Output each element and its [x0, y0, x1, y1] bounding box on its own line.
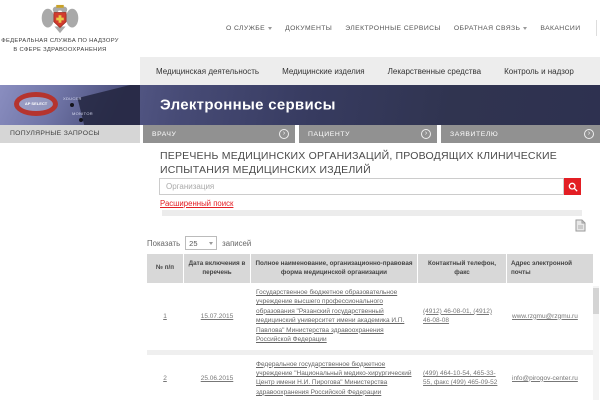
col-header-name: Полное наименование, организационно-прав…: [251, 254, 417, 283]
organizations-table: № п/п Дата включения в перечень Полное н…: [147, 254, 593, 400]
circle-arrow-icon: ›: [584, 129, 594, 139]
roszdravnadzor-page: ФЕДЕРАЛЬНАЯ СЛУЖБА ПО НАДЗОРУ В СФЕРЕ ЗД…: [0, 0, 600, 400]
top-nav: О СЛУЖБЕ ДОКУМЕНТЫ ЭЛЕКТРОННЫЕ СЕРВИСЫ О…: [226, 20, 600, 36]
page-title: ПЕРЕЧЕНЬ МЕДИЦИНСКИХ ОРГАНИЗАЦИЙ, ПРОВОД…: [160, 149, 592, 177]
section-nav: Медицинская деятельность Медицинские изд…: [140, 57, 600, 85]
row-num-link[interactable]: 1: [163, 313, 167, 320]
device-button-dot: [79, 118, 83, 122]
device-label-xducer: XDUCER: [63, 96, 82, 101]
row-email-link[interactable]: info@pirogov-center.ru: [512, 375, 578, 382]
divider-strip: [162, 210, 582, 216]
circle-arrow-icon: ›: [279, 129, 289, 139]
hero-photo-medical-device: AP SELECT XDUCER MONITOR: [0, 85, 140, 125]
top-nav-feedback[interactable]: ОБРАТНАЯ СВЯЗЬ: [454, 25, 528, 32]
device-oval-badge: AP SELECT: [14, 92, 58, 116]
records-label: записей: [222, 239, 251, 248]
chevron-down-icon: [209, 242, 213, 245]
col-header-date: Дата включения в перечень: [184, 254, 250, 283]
row-date-link[interactable]: 15.07.2015: [201, 313, 234, 320]
chevron-down-icon: [523, 27, 527, 30]
advanced-search-link[interactable]: Расширенный поиск: [160, 199, 233, 208]
table-header-row: № п/п Дата включения в перечень Полное н…: [147, 254, 593, 283]
circle-arrow-icon: ›: [421, 129, 431, 139]
roszdravnadzor-emblem: [41, 4, 79, 34]
org-name-line2: В СФЕРЕ ЗДРАВООХРАНЕНИЯ: [0, 46, 120, 55]
audience-button-applicant[interactable]: ЗАЯВИТЕЛЮ ›: [441, 125, 600, 143]
section-nav-medical-activity[interactable]: Медицинская деятельность: [156, 67, 259, 76]
top-nav-vacancies[interactable]: ВАКАНСИИ: [540, 25, 580, 32]
col-header-phone: Контактный телефон, факс: [418, 254, 506, 283]
export-file-icon[interactable]: [575, 219, 586, 237]
organization-name-link[interactable]: Государственное бюджетное образовательно…: [256, 289, 404, 343]
page-size-control: Показать 25 записей: [147, 236, 251, 250]
scrollbar-thumb[interactable]: [593, 288, 599, 314]
org-name-line1: ФЕДЕРАЛЬНАЯ СЛУЖБА ПО НАДЗОРУ: [0, 37, 120, 46]
page-size-select[interactable]: 25: [185, 236, 217, 250]
hero-banner: AP SELECT XDUCER MONITOR Электронные сер…: [0, 85, 600, 125]
row-email-link[interactable]: www.rzgmu@rzgmu.ru: [512, 313, 578, 320]
site-header: ФЕДЕРАЛЬНАЯ СЛУЖБА ПО НАДЗОРУ В СФЕРЕ ЗД…: [0, 0, 600, 57]
nav-divider: [596, 20, 597, 36]
site-logo[interactable]: ФЕДЕРАЛЬНАЯ СЛУЖБА ПО НАДЗОРУ В СФЕРЕ ЗД…: [0, 4, 120, 54]
top-nav-about[interactable]: О СЛУЖБЕ: [226, 25, 272, 32]
section-nav-control[interactable]: Контроль и надзор: [504, 67, 574, 76]
hero-title: Электронные сервисы: [160, 97, 336, 114]
section-nav-medical-devices[interactable]: Медицинские изделия: [282, 67, 365, 76]
top-nav-eservices[interactable]: ЭЛЕКТРОННЫЕ СЕРВИСЫ: [345, 25, 441, 32]
row-separator: [147, 350, 593, 355]
table-row: 2 25.06.2015 Федеральное государственное…: [147, 357, 593, 400]
section-nav-drugs[interactable]: Лекарственные средства: [388, 67, 481, 76]
table-scrollbar[interactable]: [593, 286, 599, 400]
col-header-email: Адрес электронной почты: [507, 254, 593, 283]
col-header-num: № п/п: [147, 254, 183, 283]
search-submit-button[interactable]: [564, 178, 581, 195]
device-button-dot: [70, 103, 74, 107]
organization-search-input[interactable]: [159, 178, 564, 195]
show-label: Показать: [147, 239, 180, 248]
organization-name-link[interactable]: Федеральное государственное бюджетное уч…: [256, 361, 412, 396]
table-row: 1 15.07.2015 Государственное бюджетное о…: [147, 285, 593, 348]
top-nav-documents[interactable]: ДОКУМЕНТЫ: [285, 25, 332, 32]
hero-photo-panel: [77, 85, 140, 125]
chevron-down-icon: [268, 27, 272, 30]
magnifier-icon: [568, 182, 578, 192]
audience-button-patient[interactable]: ПАЦИЕНТУ ›: [299, 125, 437, 143]
popular-requests-bar[interactable]: ПОПУЛЯРНЫЕ ЗАПРОСЫ: [0, 125, 140, 143]
row-phone[interactable]: (499) 464-10-54, 465-33-55, факс (499) 4…: [423, 370, 497, 386]
row-num-link[interactable]: 2: [163, 375, 167, 382]
device-label-monitor: MONITOR: [72, 111, 93, 116]
row-date-link[interactable]: 25.06.2015: [201, 375, 234, 382]
row-phone[interactable]: (4912) 46-08-01, (4912) 46-08-08: [423, 308, 492, 324]
audience-button-doctor[interactable]: ВРАЧУ ›: [143, 125, 295, 143]
